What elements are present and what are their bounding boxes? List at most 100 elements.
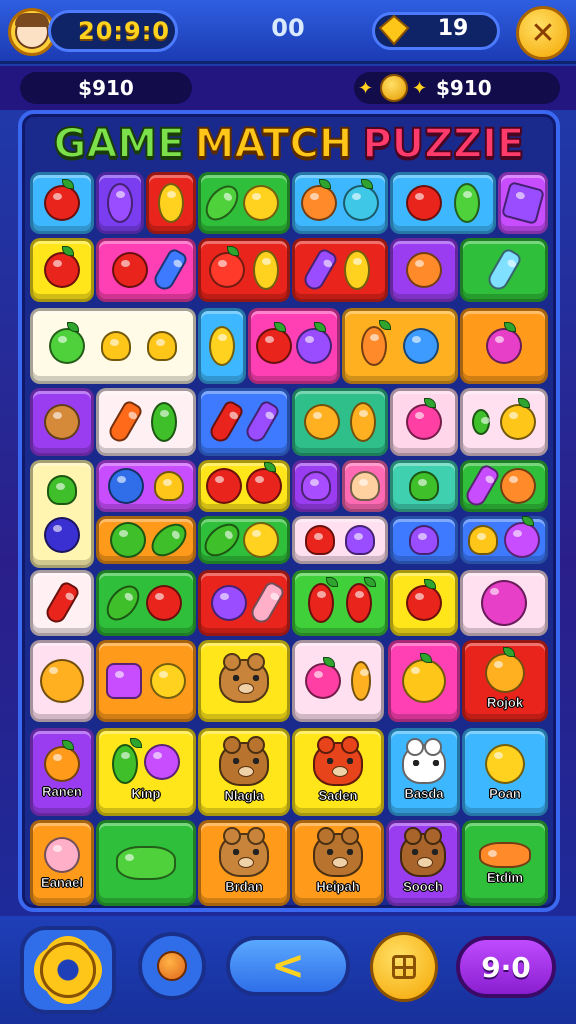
pear-icon: [349, 402, 376, 442]
puzzle-tile[interactable]: Saden: [292, 728, 384, 816]
puzzle-tile[interactable]: Sooch: [386, 820, 460, 906]
puzzle-tile[interactable]: Ranen: [30, 728, 94, 816]
pear-icon: [243, 522, 279, 558]
puzzle-tile[interactable]: [460, 460, 548, 512]
lemon-face-icon: [149, 663, 186, 699]
lemon-icon: [153, 471, 184, 501]
gem-icon: [378, 14, 410, 46]
blue-fruit-icon: [403, 328, 439, 364]
puzzle-tile[interactable]: [198, 238, 290, 302]
gear-icon: [40, 942, 96, 998]
timer-text: 20:9:0: [78, 17, 170, 45]
grape-icon: [345, 525, 375, 555]
puzzle-tile[interactable]: [30, 238, 94, 302]
gem-candy-icon: [500, 180, 546, 226]
puzzle-tile[interactable]: Kinp: [96, 728, 196, 816]
puzzle-tile[interactable]: [30, 388, 94, 456]
orange-icon: [43, 739, 80, 782]
bear-icon: [219, 826, 269, 877]
puzzle-tile[interactable]: [390, 516, 458, 564]
puzzle-tile[interactable]: Poan: [462, 728, 548, 816]
puzzle-tile[interactable]: [390, 460, 458, 512]
money-right-text: $910: [436, 76, 492, 100]
puzzle-tile[interactable]: Brdan: [198, 820, 290, 906]
pig-in-bowl-icon: [43, 836, 80, 873]
puzzle-tile[interactable]: [198, 640, 290, 722]
close-button[interactable]: ✕: [516, 6, 570, 60]
carrot-icon: [105, 398, 145, 446]
puzzle-tile[interactable]: [198, 460, 290, 512]
puzzle-tile[interactable]: [198, 516, 290, 564]
carrot-icon: [207, 398, 246, 446]
puzzle-tile[interactable]: [198, 570, 290, 636]
puzzle-tile[interactable]: [96, 388, 196, 456]
puzzle-tile[interactable]: Eanael: [30, 820, 94, 906]
puzzle-tile[interactable]: [30, 172, 94, 234]
berry-icon: [486, 322, 522, 364]
game-title: GAME MATCH PUZZIE: [28, 116, 550, 172]
hint-button[interactable]: [138, 932, 206, 1000]
title-part-game: GAME: [53, 120, 186, 168]
puzzle-tile[interactable]: [460, 570, 548, 636]
puzzle-tile[interactable]: [96, 172, 144, 234]
back-button[interactable]: <: [226, 936, 350, 996]
tile-label: Etdim: [486, 869, 524, 885]
puzzle-tile[interactable]: [292, 570, 388, 636]
sparkle-icon: ✦: [358, 78, 374, 99]
puzzle-tile[interactable]: [390, 172, 496, 234]
puzzle-tile[interactable]: [146, 172, 196, 234]
puzzle-tile[interactable]: [96, 570, 196, 636]
lemon-icon: [101, 331, 131, 361]
puzzle-tile[interactable]: [292, 460, 340, 512]
puzzle-tile[interactable]: [390, 238, 458, 302]
lime-icon: [454, 183, 481, 223]
puzzle-tile[interactable]: [96, 820, 196, 906]
puzzle-tile[interactable]: [390, 388, 458, 456]
bear-icon: [219, 735, 269, 786]
puzzle-tile[interactable]: [460, 388, 548, 456]
puzzle-tile[interactable]: [198, 172, 290, 234]
puzzle-tile[interactable]: Nlagla: [198, 728, 290, 816]
puzzle-tile[interactable]: Heipah: [292, 820, 384, 906]
puzzle-tile[interactable]: [96, 238, 196, 302]
puzzle-tile[interactable]: [498, 172, 548, 234]
puzzle-tile[interactable]: [460, 516, 548, 564]
settings-button[interactable]: [20, 926, 116, 1014]
tomato-icon: [44, 246, 80, 288]
puzzle-tile[interactable]: [96, 640, 196, 722]
puzzle-tile[interactable]: [292, 640, 384, 722]
puzzle-tile[interactable]: [292, 172, 388, 234]
title-part-match: MATCH: [194, 120, 354, 168]
puzzle-tile[interactable]: [30, 308, 196, 384]
puzzle-tile[interactable]: [30, 640, 94, 722]
puzzle-tile[interactable]: [198, 308, 246, 384]
menu-grid-button[interactable]: [370, 932, 438, 1002]
cat-icon: [402, 737, 446, 784]
puzzle-tile[interactable]: [30, 570, 94, 636]
score-button[interactable]: 9·0: [456, 936, 556, 998]
puzzle-tile[interactable]: [292, 238, 388, 302]
puzzle-tile[interactable]: [460, 308, 548, 384]
ring-fruit-icon: [304, 404, 341, 440]
puzzle-tile[interactable]: [390, 570, 458, 636]
puzzle-tile[interactable]: [198, 388, 290, 456]
puzzle-tile[interactable]: Etdim: [462, 820, 548, 906]
puzzle-tile[interactable]: [30, 460, 94, 568]
puzzle-tile[interactable]: [292, 388, 388, 456]
strawberry-icon: [346, 577, 377, 623]
bear-icon: [400, 826, 446, 877]
puzzle-tile[interactable]: [248, 308, 340, 384]
puzzle-tile[interactable]: [96, 460, 196, 512]
puzzle-tile[interactable]: [460, 238, 548, 302]
tile-label: Eanael: [41, 874, 83, 890]
heart-fruit-icon: [305, 525, 335, 555]
tomato-icon: [146, 585, 183, 621]
puzzle-tile[interactable]: Rojok: [462, 640, 548, 722]
puzzle-tile[interactable]: Basda: [388, 728, 460, 816]
puzzle-tile[interactable]: [342, 460, 388, 512]
puzzle-tile[interactable]: [342, 308, 458, 384]
puzzle-tile[interactable]: [388, 640, 460, 722]
puzzle-tile[interactable]: [292, 516, 388, 564]
cucumber-icon: [198, 517, 246, 563]
puzzle-tile[interactable]: [96, 516, 196, 564]
